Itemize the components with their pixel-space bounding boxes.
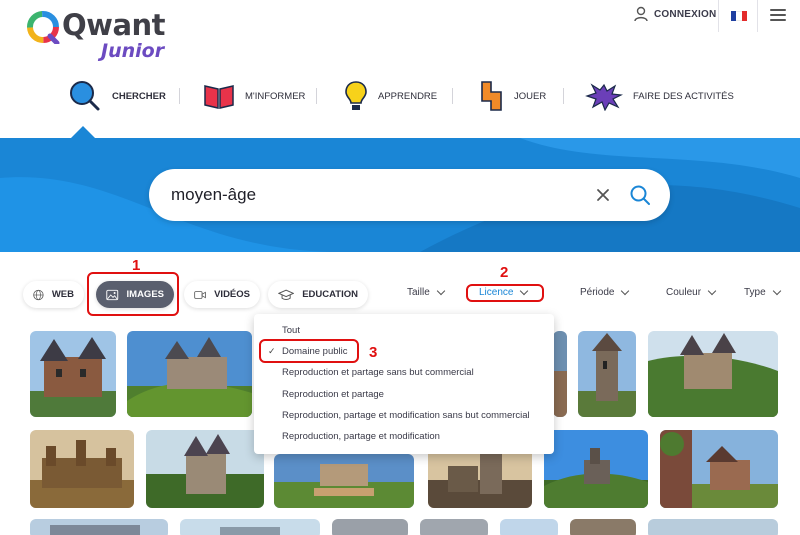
image-result[interactable] — [30, 519, 168, 535]
globe-icon — [33, 289, 44, 300]
video-icon — [194, 290, 206, 299]
qwant-q-logo-icon — [27, 11, 60, 44]
connexion-button[interactable]: CONNEXION — [634, 6, 716, 22]
nav-divider — [316, 88, 317, 104]
nav-label: APPRENDRE — [378, 90, 438, 102]
annotation-box-licence — [466, 284, 544, 302]
image-result[interactable] — [180, 519, 320, 535]
image-result[interactable] — [30, 430, 134, 508]
tab-education[interactable]: EDUCATION — [268, 281, 368, 308]
nav-label: CHERCHER — [112, 90, 166, 102]
filter-type[interactable]: Type — [744, 286, 781, 298]
tab-label: VIDÉOS — [214, 289, 250, 300]
close-icon[interactable] — [593, 185, 613, 205]
nav-item-apprendre[interactable]: APPRENDRE — [344, 78, 437, 114]
image-result[interactable] — [648, 519, 778, 535]
user-icon — [634, 6, 648, 22]
nav-item-faire-des-activites[interactable]: FAIRE DES ACTIVITÉS — [585, 78, 734, 114]
image-result[interactable] — [660, 430, 778, 508]
chevron-down-icon — [621, 286, 630, 295]
header-divider — [757, 0, 758, 32]
hamburger-menu-icon[interactable] — [770, 9, 786, 21]
image-result[interactable] — [648, 331, 778, 417]
main-nav: CHERCHER M'INFORMER APPRENDRE JOUER FAIR… — [0, 78, 800, 114]
chevron-down-icon — [707, 286, 717, 295]
nav-label: JOUER — [514, 90, 547, 102]
lightbulb-icon — [345, 81, 367, 110]
paint-splash-icon — [585, 83, 623, 111]
image-result[interactable] — [500, 519, 558, 535]
nav-item-chercher[interactable]: CHERCHER — [68, 78, 166, 114]
logo-wordmark: Qwant — [62, 8, 166, 42]
licence-dropdown-menu: Tout ✓ Domaine public Reproduction et pa… — [254, 314, 554, 454]
image-result[interactable] — [30, 331, 116, 417]
magnifier-icon — [70, 81, 100, 111]
logo-subtitle: Junior — [101, 40, 165, 62]
filter-label: Couleur — [666, 287, 702, 298]
licence-option[interactable]: Reproduction, partage et modification sa… — [282, 410, 530, 421]
image-result[interactable] — [274, 454, 414, 508]
nav-divider — [179, 88, 180, 104]
search-input[interactable] — [171, 183, 571, 207]
image-result[interactable] — [570, 519, 636, 535]
puzzle-block-icon — [481, 81, 502, 111]
image-result[interactable] — [544, 430, 648, 508]
licence-option[interactable]: Reproduction et partage — [282, 389, 384, 400]
tab-videos[interactable]: VIDÉOS — [184, 281, 260, 308]
annotation-box-domaine-public — [259, 339, 359, 363]
filter-periode[interactable]: Période — [580, 286, 630, 298]
filter-couleur[interactable]: Couleur — [666, 286, 717, 298]
chevron-down-icon — [436, 286, 446, 295]
licence-option[interactable]: Tout — [282, 325, 300, 336]
image-result[interactable] — [127, 331, 252, 417]
annotation-box-images — [87, 272, 179, 316]
tab-label: WEB — [51, 289, 74, 300]
search-box — [149, 169, 670, 221]
image-result[interactable] — [332, 519, 408, 535]
licence-option[interactable]: Reproduction, partage et modification — [282, 431, 440, 442]
tab-label: EDUCATION — [302, 289, 358, 300]
search-icon[interactable] — [629, 184, 651, 206]
book-icon — [204, 85, 234, 109]
graduation-cap-icon — [278, 289, 295, 300]
nav-divider — [452, 88, 453, 104]
annotation-marker-2: 2 — [500, 264, 509, 281]
image-result[interactable] — [420, 519, 488, 535]
nav-label: M'INFORMER — [245, 90, 306, 102]
qwant-junior-logo[interactable]: Qwant Junior — [26, 6, 176, 62]
header-divider — [718, 0, 719, 32]
tab-web[interactable]: WEB — [23, 281, 84, 308]
filter-label: Période — [580, 287, 615, 298]
nav-item-jouer[interactable]: JOUER — [480, 78, 546, 114]
nav-item-minformer[interactable]: M'INFORMER — [203, 78, 305, 114]
image-result[interactable] — [578, 331, 636, 417]
annotation-marker-3: 3 — [369, 344, 378, 361]
image-result[interactable] — [553, 331, 567, 417]
nav-label: FAIRE DES ACTIVITÉS — [633, 90, 734, 102]
fr-flag-icon[interactable] — [731, 11, 747, 21]
filter-label: Type — [744, 287, 766, 298]
connexion-label: CONNEXION — [654, 8, 717, 20]
chevron-down-icon — [772, 286, 781, 295]
image-result[interactable] — [146, 430, 264, 508]
filter-label: Taille — [407, 287, 430, 298]
nav-divider — [563, 88, 564, 104]
filter-taille[interactable]: Taille — [407, 286, 446, 298]
licence-option[interactable]: Reproduction et partage sans but commerc… — [282, 367, 474, 378]
